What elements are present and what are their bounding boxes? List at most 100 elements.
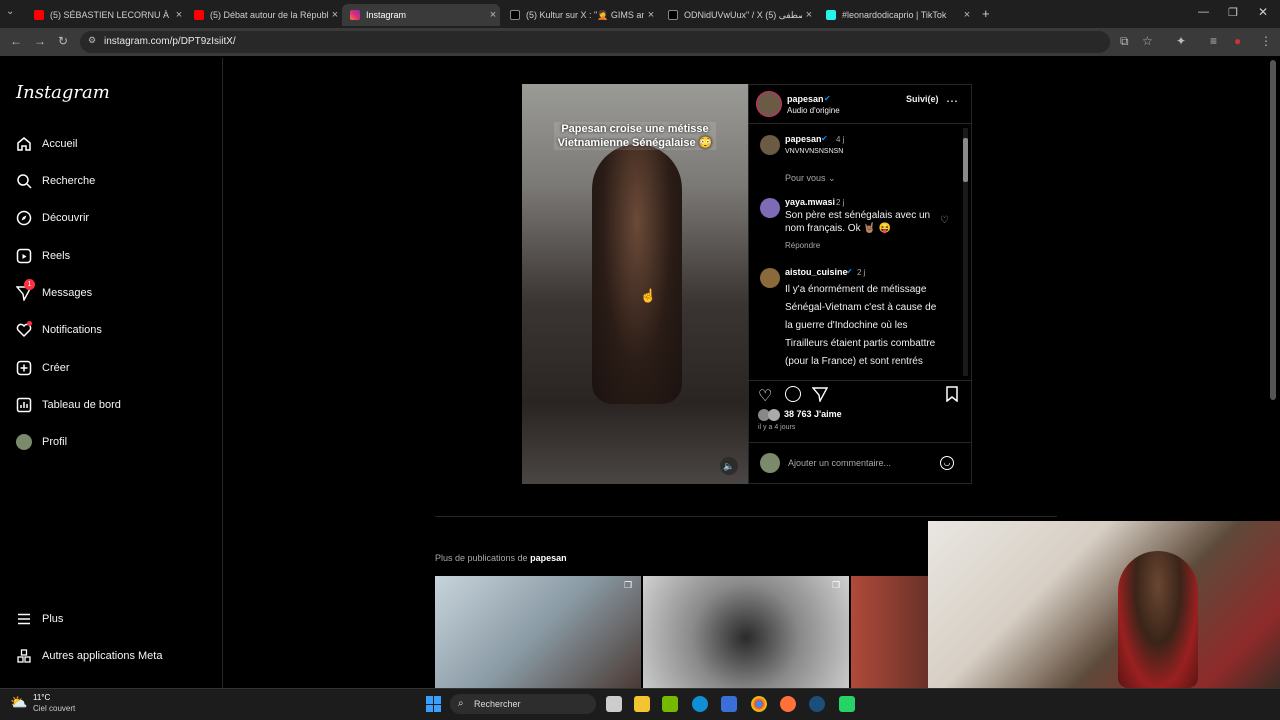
comment-icon[interactable]	[785, 386, 801, 402]
install-app-icon[interactable]: ⧉	[1120, 34, 1129, 49]
whatsapp-icon[interactable]	[839, 696, 855, 712]
sidebar-item-profil[interactable]: Profil	[14, 432, 67, 452]
commenter-avatar[interactable]	[760, 198, 780, 218]
reload-icon[interactable]: ↻	[58, 34, 68, 48]
post-thumbnail[interactable]	[435, 576, 641, 688]
chevron-down-icon: ⌄	[828, 173, 836, 183]
author-avatar[interactable]	[756, 91, 782, 117]
caption-avatar[interactable]	[760, 135, 780, 155]
caption-username[interactable]: papesan	[785, 134, 822, 144]
nvidia-icon[interactable]	[662, 696, 678, 712]
sort-dropdown[interactable]: Pour vous ⌄	[785, 173, 836, 184]
like-icon[interactable]: ♡	[758, 386, 772, 406]
post-thumbnail[interactable]	[851, 576, 928, 688]
sidebar-item-meta-apps[interactable]: Autres applications Meta	[14, 646, 162, 666]
sidebar-item-creer[interactable]: Créer	[14, 358, 70, 378]
comment-like-icon[interactable]: ♡	[940, 215, 949, 226]
tab-6[interactable]: #leonardodicaprio | TikTok ×	[818, 4, 974, 26]
notification-dot	[27, 321, 32, 326]
bookmark-star-icon[interactable]: ☆	[1142, 34, 1153, 48]
browser-menu-icon[interactable]: ⋮	[1260, 34, 1272, 48]
task-view-icon[interactable]	[606, 696, 622, 712]
sidebar-item-reels[interactable]: Reels	[14, 246, 70, 266]
edge-icon[interactable]	[692, 696, 708, 712]
liker-avatar	[768, 409, 780, 421]
weather-icon[interactable]: ⛅	[10, 694, 27, 711]
verified-icon: ✔	[824, 94, 831, 103]
x-icon	[510, 10, 520, 20]
audio-label[interactable]: Audio d'origine	[787, 106, 840, 115]
verified-icon: ✔	[821, 134, 828, 143]
forward-icon[interactable]: →	[34, 34, 46, 48]
profile-icon[interactable]: ●	[1234, 34, 1241, 48]
url-field[interactable]: instagram.com/p/DPT9zIsiitX/	[80, 31, 1110, 53]
maximize-icon[interactable]: ❐	[1228, 6, 1238, 19]
post-thumbnail[interactable]	[643, 576, 849, 688]
new-tab-button[interactable]: +	[982, 6, 990, 21]
minimize-icon[interactable]: —	[1198, 6, 1209, 18]
close-icon[interactable]: ×	[486, 9, 500, 21]
start-icon[interactable]	[426, 696, 442, 712]
divider	[748, 380, 972, 381]
extensions-icon[interactable]: ✦	[1176, 34, 1186, 48]
steam-icon[interactable]	[809, 696, 825, 712]
streamer	[1118, 551, 1198, 688]
sidebar-item-notifications[interactable]: Notifications	[14, 320, 102, 340]
sidebar-item-decouvrir[interactable]: Découvrir	[14, 208, 89, 228]
follow-button[interactable]: Suivi(e)	[906, 94, 939, 104]
sidebar-item-recherche[interactable]: Recherche	[14, 171, 95, 191]
comment-time: 2 j	[857, 268, 866, 277]
browser-tab-bar: ⌄ (5) SÉBASTIEN LECORNU À DÉ × (5) Débat …	[0, 0, 1280, 28]
taskbar-search[interactable]: ⌕ Rechercher	[450, 694, 596, 714]
tab-4[interactable]: (5) Kultur sur X : "🤦 GIMS annc ×	[502, 4, 658, 26]
tab-5[interactable]: ODNidUVwUux" / X مصطفی (5)×	[660, 4, 816, 26]
current-user-avatar	[760, 453, 780, 473]
chrome-icon[interactable]	[751, 696, 767, 712]
page-scrollbar[interactable]	[1270, 60, 1276, 400]
store-icon[interactable]	[721, 696, 737, 712]
tab-1[interactable]: (5) SÉBASTIEN LECORNU À DÉ ×	[26, 4, 186, 26]
author-username[interactable]: papesan	[787, 94, 824, 104]
comment-username[interactable]: yaya.mwasi	[785, 197, 835, 207]
close-icon[interactable]: ×	[172, 9, 186, 21]
close-icon[interactable]: ×	[328, 9, 342, 21]
comments-scrollbar-thumb[interactable]	[963, 138, 968, 182]
sidebar-item-accueil[interactable]: Accueil	[14, 134, 77, 154]
youtube-icon	[34, 10, 44, 20]
close-icon[interactable]: ×	[644, 9, 658, 21]
reply-button[interactable]: Répondre	[785, 241, 820, 250]
tab-2[interactable]: (5) Débat autour de la Républiq ×	[186, 4, 342, 26]
divider	[435, 516, 1057, 517]
site-info-icon[interactable]: ⚙	[88, 35, 96, 46]
more-posts-heading: Plus de publications de papesan	[435, 553, 567, 563]
file-explorer-icon[interactable]	[634, 696, 650, 712]
window-close-icon[interactable]: ✕	[1258, 5, 1268, 19]
close-icon[interactable]: ×	[802, 9, 816, 21]
comment-username[interactable]: aistou_cuisine	[785, 267, 848, 277]
meta-apps-icon	[14, 646, 34, 666]
close-icon[interactable]: ×	[960, 9, 974, 21]
sidebar-item-plus[interactable]: Plus	[14, 609, 63, 629]
comment-input[interactable]: Ajouter un commentaire...	[788, 458, 891, 468]
sidebar-item-messages[interactable]: 1 Messages	[14, 279, 92, 303]
more-options-icon[interactable]: ⋯	[946, 94, 958, 108]
tab-list-icon[interactable]: ⌄	[6, 6, 14, 17]
messenger-icon: 1	[14, 279, 35, 303]
comments-scrollbar-track[interactable]	[963, 128, 968, 376]
sidebar-item-tableau-de-bord[interactable]: Tableau de bord	[14, 395, 121, 415]
comment-text: Son père est sénégalais avec un nom fran…	[785, 210, 931, 234]
back-icon[interactable]: ←	[10, 34, 22, 48]
search-icon: ⌕	[458, 698, 464, 709]
instagram-logo[interactable]: Instagram	[16, 82, 110, 103]
media-controls-icon[interactable]: ≡	[1210, 34, 1217, 48]
mute-icon[interactable]: 🔈	[720, 457, 738, 475]
tab-3-active[interactable]: Instagram ×	[342, 4, 500, 26]
instagram-icon	[350, 10, 360, 20]
save-icon[interactable]	[945, 386, 959, 407]
emoji-icon[interactable]: ◡	[940, 456, 954, 470]
carousel-icon: ❐	[624, 580, 633, 590]
commenter-avatar[interactable]	[760, 268, 780, 288]
share-icon[interactable]	[811, 386, 829, 407]
likes-count[interactable]: 38 763 J'aime	[784, 409, 842, 419]
firefox-icon[interactable]	[780, 696, 796, 712]
